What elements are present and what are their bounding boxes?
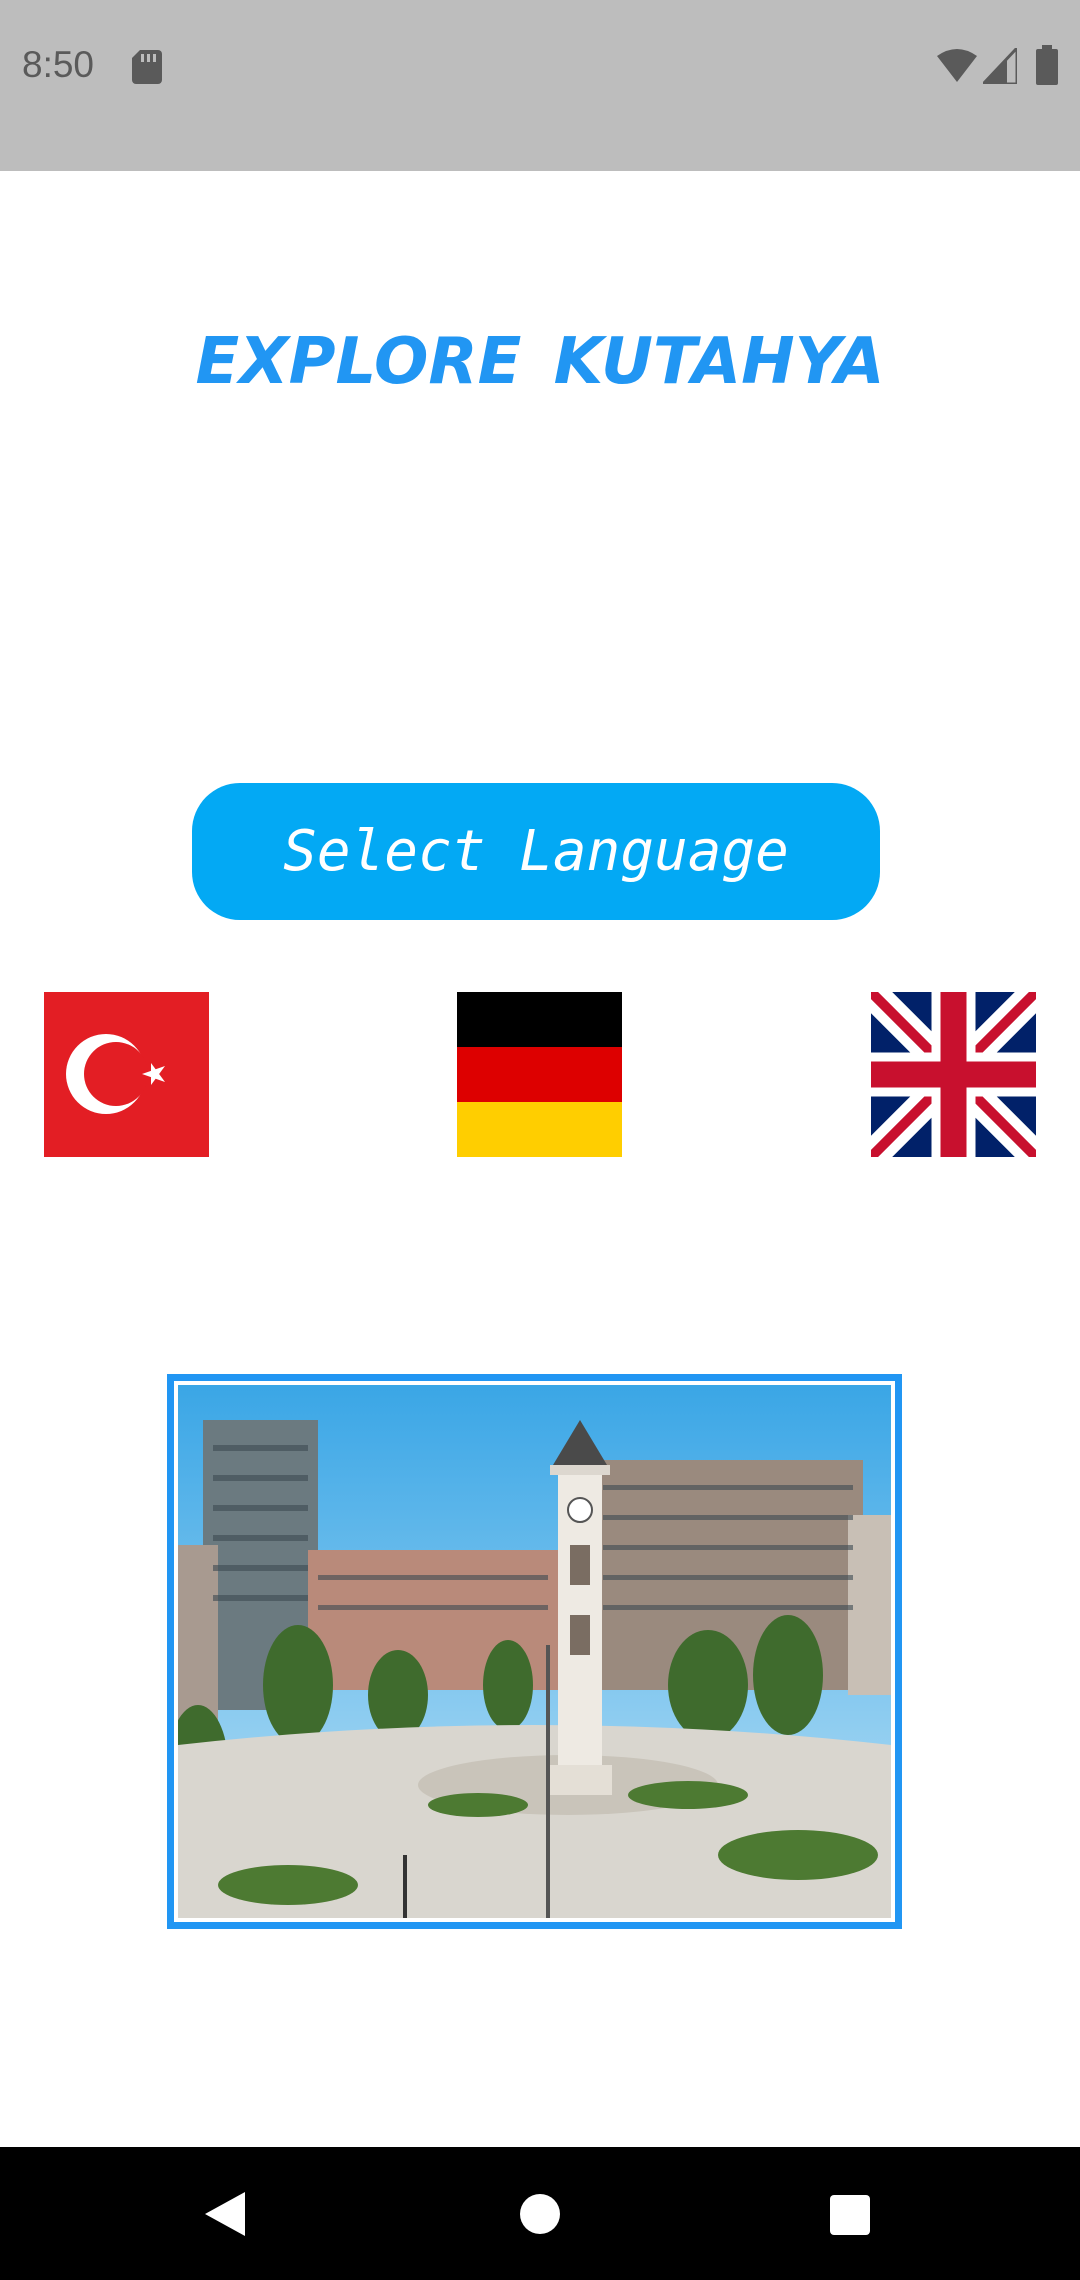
signal-icon: [983, 48, 1017, 84]
status-bar: 8:50: [0, 0, 1080, 171]
select-language-button[interactable]: Select Language: [192, 783, 880, 920]
german-flag-icon[interactable]: [457, 992, 622, 1157]
back-icon[interactable]: [201, 2190, 247, 2238]
app-title: EXPLORE KUTAHYA: [195, 325, 885, 399]
recents-icon[interactable]: [829, 2194, 871, 2236]
uk-flag-icon[interactable]: [871, 992, 1036, 1157]
home-icon[interactable]: [519, 2193, 561, 2235]
city-photo-frame: [167, 1374, 902, 1929]
clock-tower-photo: [178, 1385, 891, 1918]
wifi-icon: [937, 49, 977, 82]
sd-card-icon: [132, 50, 162, 84]
status-time: 8:50: [22, 44, 95, 85]
battery-icon: [1036, 45, 1058, 85]
turkish-flag-icon[interactable]: [44, 992, 209, 1157]
